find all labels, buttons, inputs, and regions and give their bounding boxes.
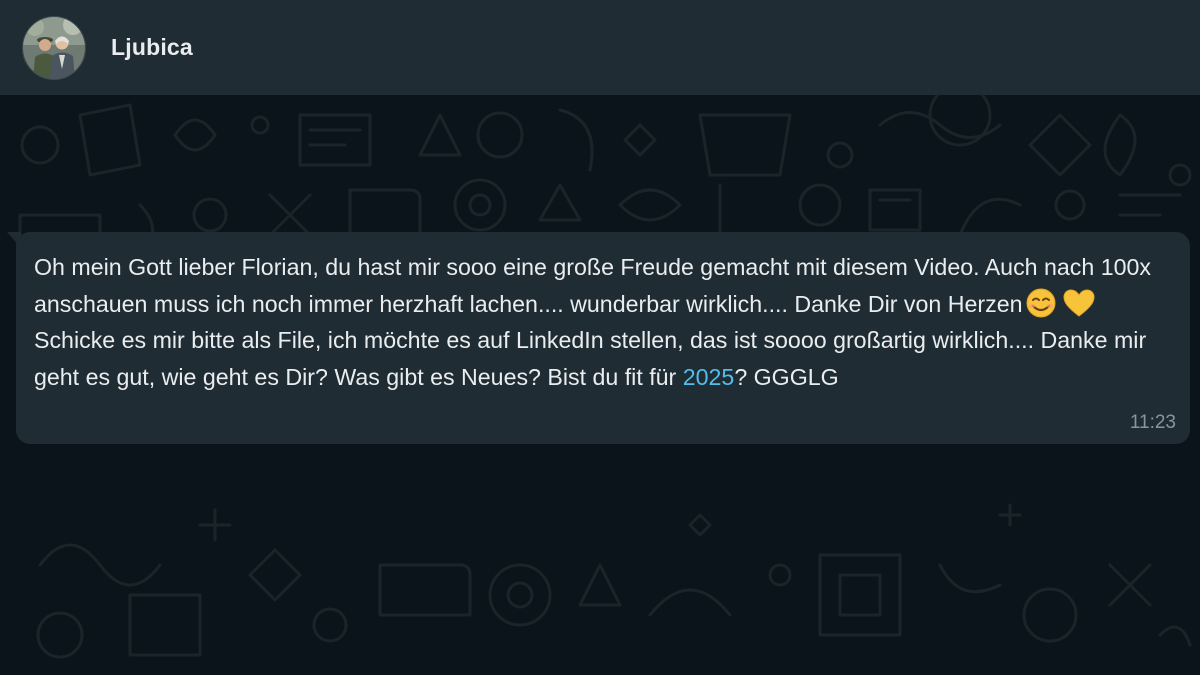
chat-header[interactable]: Ljubica xyxy=(0,0,1200,95)
message-text-part-3: ? GGGLG xyxy=(734,363,839,390)
chat-window: Ljubica Oh mein Gott lieber Florian, du … xyxy=(0,0,1200,675)
message-text-part-2: Schicke es mir bitte als File, ich möcht… xyxy=(34,327,1147,390)
message-text-part-1: Oh mein Gott lieber Florian, du hast mir… xyxy=(34,254,1152,317)
profile-photo-icon[interactable] xyxy=(22,15,86,80)
message-bubble[interactable]: Oh mein Gott lieber Florian, du hast mir… xyxy=(16,232,1190,444)
yellow-heart-icon xyxy=(1061,288,1097,318)
date-link[interactable]: 2025 xyxy=(683,364,735,390)
message-text: Oh mein Gott lieber Florian, du hast mir… xyxy=(34,249,1154,395)
message-timestamp: 11:23 xyxy=(1129,412,1176,433)
smiling-face-icon xyxy=(1023,288,1059,318)
contact-name[interactable]: Ljubica xyxy=(111,34,193,61)
